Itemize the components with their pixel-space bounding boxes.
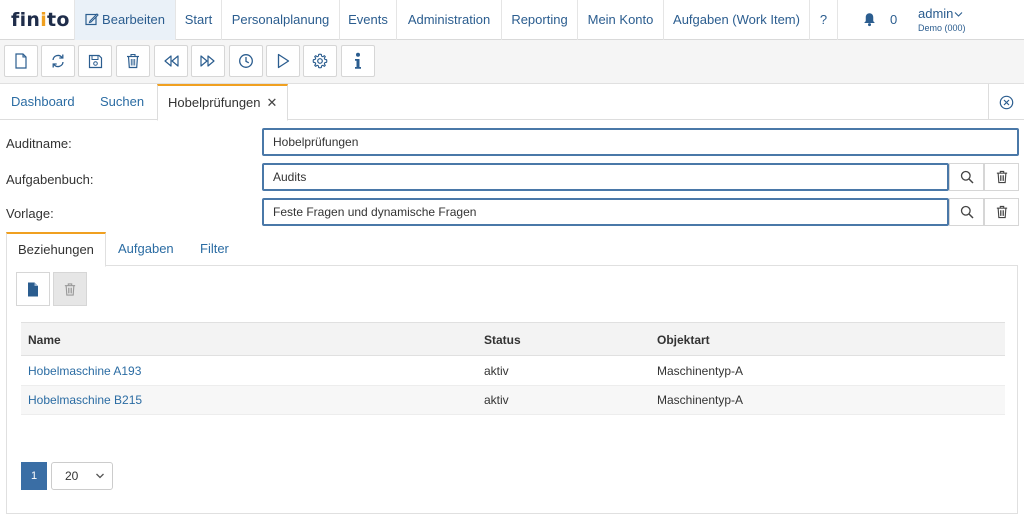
table-row[interactable]	[21, 357, 1005, 386]
row-objektart: Maschinentyp-A	[657, 393, 744, 407]
delete-relation-button[interactable]	[53, 272, 87, 306]
fast-forward-button[interactable]	[191, 45, 225, 77]
user-tenant: Demo (000)	[918, 23, 966, 33]
table-row[interactable]	[21, 386, 1005, 415]
rewind-button[interactable]	[154, 45, 188, 77]
aufgabenbuch-label: Aufgabenbuch:	[6, 172, 94, 187]
tab-hobelpruefungen-label: Hobelprüfungen	[168, 95, 261, 110]
tab-hobelpruefungen[interactable]: Hobelprüfungen ✕	[157, 84, 289, 121]
new-button[interactable]	[4, 45, 38, 77]
refresh-button[interactable]	[41, 45, 75, 77]
notification-count: 0	[890, 12, 898, 27]
history-button[interactable]	[229, 45, 263, 77]
column-header-objektart[interactable]: Objektart	[657, 333, 710, 347]
settings-button[interactable]	[303, 45, 337, 77]
vorlage-search-button[interactable]	[949, 198, 984, 226]
info-button[interactable]	[341, 45, 375, 77]
tab-suchen[interactable]: Suchen	[100, 84, 144, 120]
user-name: admin	[918, 6, 954, 21]
column-header-name[interactable]: Name	[28, 333, 61, 347]
page-1-button[interactable]: 1	[21, 462, 47, 490]
auditname-input[interactable]: Hobelprüfungen	[262, 128, 1019, 156]
page-size-value: 20	[65, 469, 79, 483]
subtab-filter[interactable]: Filter	[200, 232, 229, 266]
bell-icon[interactable]	[862, 12, 877, 27]
nav-mein-konto[interactable]: Mein Konto	[578, 0, 664, 40]
delete-icon	[996, 170, 1007, 184]
column-header-status[interactable]: Status	[484, 333, 521, 347]
row-status: aktiv	[484, 393, 509, 407]
vorlage-clear-button[interactable]	[984, 198, 1019, 226]
delete-button[interactable]	[116, 45, 150, 77]
chevron-down-icon	[96, 473, 104, 479]
nav-bearbeiten-label: Bearbeiten	[102, 12, 165, 27]
fast-forward-icon	[200, 55, 215, 67]
close-tab-icon[interactable]: ✕	[267, 95, 278, 110]
delete-icon	[996, 205, 1007, 219]
add-relation-button[interactable]	[16, 272, 50, 306]
auditname-label: Auditname:	[6, 136, 72, 151]
run-button[interactable]	[266, 45, 300, 77]
nav-events[interactable]: Events	[340, 0, 397, 40]
row-status: aktiv	[484, 364, 509, 378]
close-circle-icon	[999, 95, 1014, 109]
settings-icon	[312, 53, 328, 69]
refresh-icon	[52, 54, 64, 68]
nav-aufgaben-work-item[interactable]: Aufgaben (Work Item)	[664, 0, 810, 40]
chevron-down-icon	[955, 12, 963, 17]
delete-icon	[64, 282, 76, 296]
clock-icon	[239, 54, 253, 68]
tab-dashboard[interactable]: Dashboard	[11, 84, 75, 120]
subtab-aufgaben[interactable]: Aufgaben	[118, 232, 174, 266]
delete-icon	[127, 53, 139, 69]
nav-personalplanung[interactable]: Personalplanung	[222, 0, 340, 40]
close-all-tabs-button[interactable]	[988, 84, 1024, 120]
row-name-link[interactable]: Hobelmaschine A193	[28, 364, 141, 378]
save-icon	[88, 54, 102, 68]
new-document-icon	[28, 282, 38, 296]
edit-icon	[85, 13, 99, 26]
nav-administration[interactable]: Administration	[397, 0, 502, 40]
aufgabenbuch-search-button[interactable]	[949, 163, 984, 191]
row-objektart: Maschinentyp-A	[657, 364, 744, 378]
subtab-beziehungen[interactable]: Beziehungen	[6, 232, 106, 267]
page-size-select[interactable]: 20	[51, 462, 113, 490]
user-menu[interactable]: admin Demo (000)	[918, 6, 966, 33]
finito-logo[interactable]: finito	[11, 9, 70, 31]
save-button[interactable]	[78, 45, 112, 77]
tab-bar	[0, 84, 1024, 120]
vorlage-label: Vorlage:	[6, 206, 54, 221]
rewind-icon	[164, 55, 179, 67]
aufgabenbuch-input[interactable]: Audits	[262, 163, 949, 191]
info-icon	[355, 52, 361, 69]
search-icon	[960, 205, 974, 219]
new-document-icon	[15, 53, 27, 69]
row-name-link[interactable]: Hobelmaschine B215	[28, 393, 142, 407]
nav-bearbeiten[interactable]: Bearbeiten	[74, 0, 176, 40]
nav-help[interactable]: ?	[810, 0, 838, 40]
nav-start[interactable]: Start	[176, 0, 222, 40]
play-icon	[277, 53, 290, 69]
aufgabenbuch-clear-button[interactable]	[984, 163, 1019, 191]
vorlage-input[interactable]: Feste Fragen und dynamische Fragen	[262, 198, 949, 226]
nav-reporting[interactable]: Reporting	[502, 0, 578, 40]
search-icon	[960, 170, 974, 184]
